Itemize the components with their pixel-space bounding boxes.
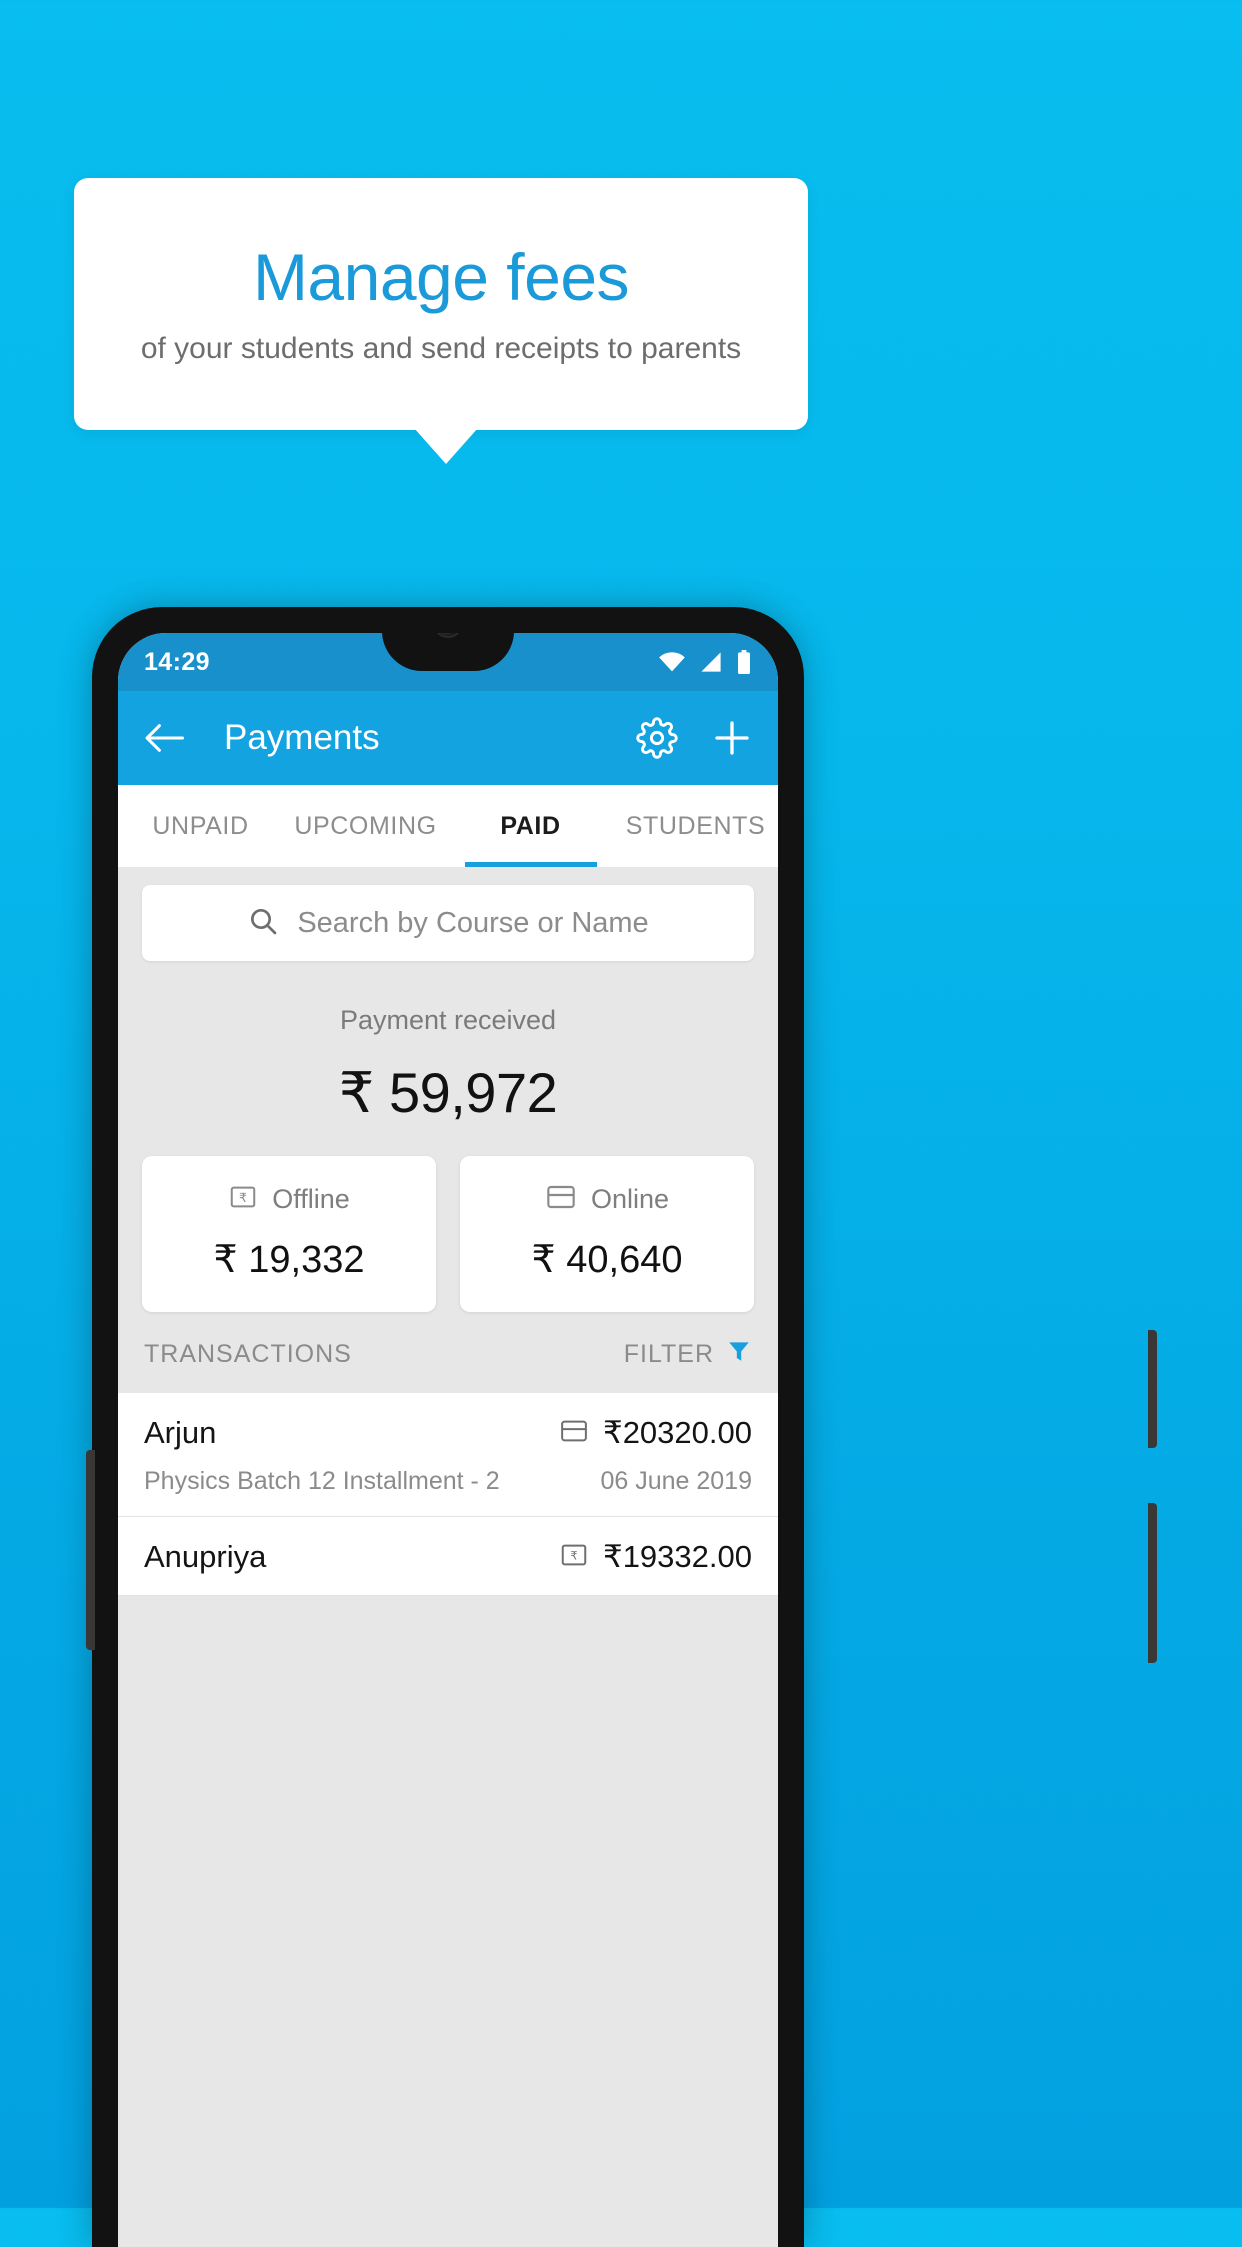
phone-screen: 14:29 Payments UNPAID UPCOMING PAID STUD… bbox=[118, 633, 778, 2247]
offline-label: Offline bbox=[272, 1184, 350, 1214]
transaction-row-bottom: Physics Batch 12 Installment - 2 06 June… bbox=[144, 1467, 752, 1496]
payment-summary: Payment received ₹ 59,972 bbox=[118, 961, 778, 1126]
phone-power-button bbox=[1148, 1330, 1157, 1448]
online-card-head: Online bbox=[460, 1182, 754, 1217]
cash-note-icon: ₹ bbox=[228, 1182, 258, 1217]
transaction-amount-group: ₹ ₹19332.00 bbox=[559, 1539, 752, 1575]
transaction-row-top: Anupriya ₹ ₹19332.00 bbox=[144, 1539, 752, 1575]
search-placeholder: Search by Course or Name bbox=[297, 906, 649, 939]
credit-card-icon bbox=[545, 1182, 577, 1217]
table-row[interactable]: Anupriya ₹ ₹19332.00 bbox=[118, 1517, 778, 1596]
funnel-icon bbox=[726, 1338, 752, 1371]
promo-card: Manage fees of your students and send re… bbox=[74, 178, 808, 430]
transactions-title: TRANSACTIONS bbox=[144, 1340, 352, 1368]
phone-volume-rocker bbox=[1148, 1503, 1157, 1663]
promo-subtitle: of your students and send receipts to pa… bbox=[140, 332, 742, 365]
search-input[interactable]: Search by Course or Name bbox=[142, 885, 754, 961]
transaction-name: Anupriya bbox=[144, 1539, 267, 1574]
cash-note-icon: ₹ bbox=[559, 1541, 589, 1574]
summary-label: Payment received bbox=[339, 1005, 557, 1035]
transaction-row-top: Arjun ₹20320.00 bbox=[144, 1415, 752, 1451]
credit-card-icon bbox=[559, 1417, 589, 1450]
summary-amount: ₹ 59,972 bbox=[338, 1061, 558, 1124]
filter-label: FILTER bbox=[623, 1340, 714, 1368]
phone-volume-button bbox=[86, 1450, 95, 1650]
tab-students[interactable]: STUDENTS bbox=[613, 785, 778, 867]
transaction-course: Physics Batch 12 Installment - 2 bbox=[144, 1467, 500, 1495]
wifi-icon bbox=[658, 651, 686, 673]
promo-title: Manage fees bbox=[252, 240, 630, 314]
svg-text:₹: ₹ bbox=[570, 1549, 577, 1562]
gear-icon[interactable] bbox=[636, 717, 678, 759]
offline-amount: ₹ 19,332 bbox=[213, 1239, 365, 1281]
back-arrow-icon[interactable] bbox=[144, 722, 184, 754]
transactions-list: Arjun ₹20320.00 Physics Batch 12 Install… bbox=[118, 1393, 778, 1596]
transaction-amount: ₹20320.00 bbox=[602, 1415, 752, 1450]
transaction-amount-group: ₹20320.00 bbox=[559, 1415, 752, 1451]
app-bar: Payments bbox=[118, 691, 778, 785]
table-row[interactable]: Arjun ₹20320.00 Physics Batch 12 Install… bbox=[118, 1393, 778, 1517]
page-title: Payments bbox=[224, 718, 380, 757]
transactions-header: TRANSACTIONS FILTER bbox=[118, 1312, 778, 1393]
tab-upcoming[interactable]: UPCOMING bbox=[283, 785, 448, 867]
transaction-name: Arjun bbox=[144, 1415, 217, 1450]
screen-content: Search by Course or Name Payment receive… bbox=[118, 867, 778, 2247]
breakdown-cards: ₹ Offline ₹ 19,332 Online ₹ 40,640 bbox=[118, 1126, 778, 1312]
tab-bar: UNPAID UPCOMING PAID STUDENTS bbox=[118, 785, 778, 867]
filter-button[interactable]: FILTER bbox=[624, 1338, 752, 1371]
online-amount: ₹ 40,640 bbox=[531, 1239, 683, 1281]
plus-icon[interactable] bbox=[712, 718, 752, 758]
search-icon bbox=[247, 905, 279, 942]
tab-unpaid[interactable]: UNPAID bbox=[118, 785, 283, 867]
promo-bubble-tail bbox=[414, 428, 478, 464]
signal-icon bbox=[699, 651, 723, 673]
phone-mockup: 14:29 Payments UNPAID UPCOMING PAID STUD… bbox=[92, 607, 804, 2247]
online-card[interactable]: Online ₹ 40,640 bbox=[460, 1156, 754, 1312]
transaction-date: 06 June 2019 bbox=[600, 1467, 752, 1495]
status-clock: 14:29 bbox=[144, 647, 210, 676]
status-bar: 14:29 bbox=[118, 633, 778, 691]
online-label: Online bbox=[590, 1184, 670, 1214]
offline-card-head: ₹ Offline bbox=[142, 1182, 436, 1217]
tab-paid[interactable]: PAID bbox=[448, 785, 613, 867]
svg-text:₹: ₹ bbox=[239, 1190, 247, 1205]
status-icons bbox=[658, 650, 752, 674]
battery-icon bbox=[736, 650, 752, 674]
offline-card[interactable]: ₹ Offline ₹ 19,332 bbox=[142, 1156, 436, 1312]
transaction-amount: ₹19332.00 bbox=[602, 1539, 752, 1574]
